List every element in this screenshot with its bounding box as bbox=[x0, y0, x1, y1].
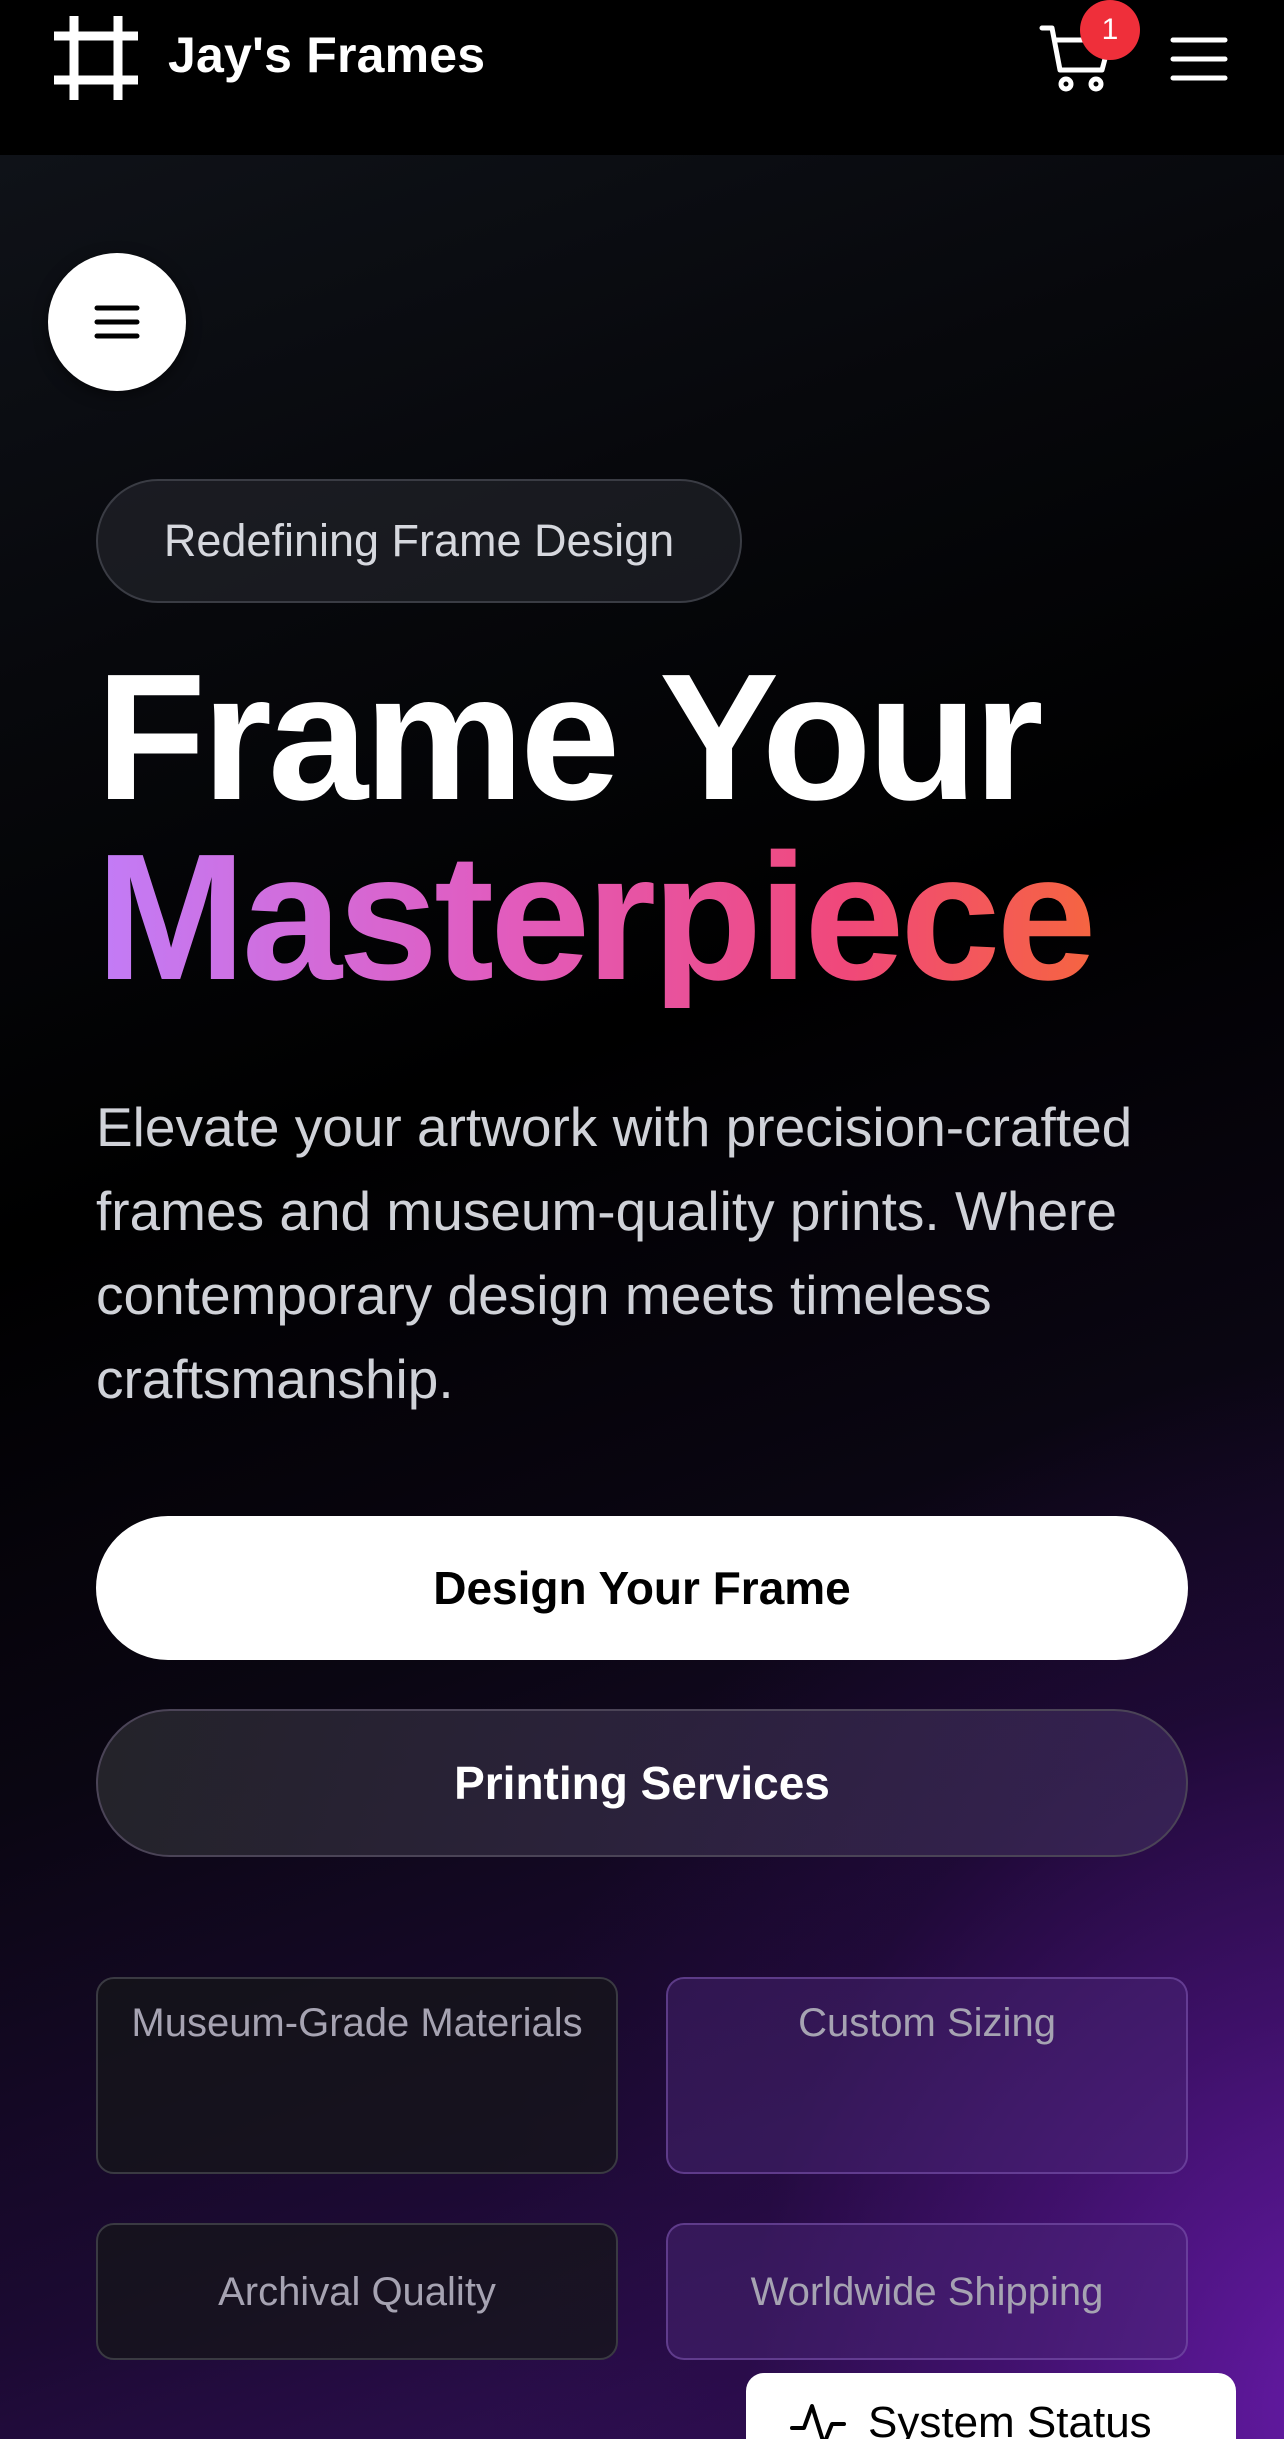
hero-title-line1: Frame Your bbox=[96, 637, 1044, 838]
system-status-label: System Status bbox=[868, 2398, 1152, 2439]
hero-description: Elevate your artwork with precision-craf… bbox=[96, 1096, 1133, 1410]
hamburger-menu-button[interactable] bbox=[1170, 36, 1228, 82]
brand-name[interactable]: Jay's Frames bbox=[168, 26, 485, 84]
top-navbar: Jay's Frames 1 bbox=[0, 0, 1284, 155]
feature-archival-quality: Archival Quality bbox=[96, 2223, 618, 2360]
hamburger-icon bbox=[94, 305, 140, 339]
feature-worldwide-shipping: Worldwide Shipping bbox=[666, 2223, 1188, 2360]
hero-title: Frame Your Masterpiece bbox=[96, 648, 1246, 1008]
system-status-button[interactable]: System Status bbox=[746, 2373, 1236, 2439]
hashtag-frame-icon bbox=[54, 16, 138, 100]
hero-title-line2: Masterpiece bbox=[96, 828, 1246, 1008]
side-menu-button[interactable] bbox=[48, 253, 186, 391]
tagline-pill: Redefining Frame Design bbox=[96, 479, 742, 603]
cart-count-badge: 1 bbox=[1080, 0, 1140, 60]
feature-museum-grade: Museum-Grade Materials bbox=[96, 1977, 618, 2174]
printing-services-button[interactable]: Printing Services bbox=[96, 1709, 1188, 1857]
feature-custom-sizing: Custom Sizing bbox=[666, 1977, 1188, 2174]
design-your-frame-button[interactable]: Design Your Frame bbox=[96, 1516, 1188, 1660]
activity-icon bbox=[790, 2404, 846, 2439]
hamburger-icon bbox=[1170, 37, 1228, 81]
